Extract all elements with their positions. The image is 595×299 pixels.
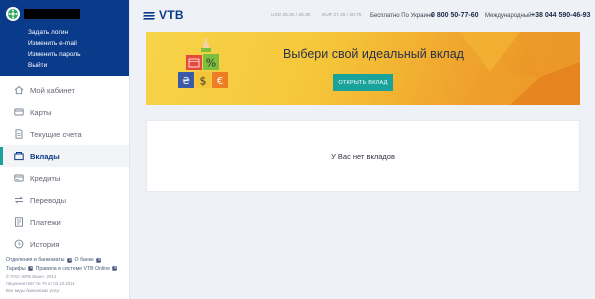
menu-label: Мой кабинет [30,85,75,95]
document-icon [14,129,24,139]
logo-text: VTB [159,8,184,22]
sidebar-footer: Отделения и банкоматы О банке Тарифы Пра… [6,256,128,294]
menu-item-current-accounts[interactable]: Текущие счета [0,123,129,145]
license-text: Лицензия НБУ № 79 от 03.10.2011 [6,281,75,287]
main-menu: Мой кабинет Карты Текущие счета Вклады К… [0,79,129,255]
external-link-icon [66,258,72,263]
deposit-icon [14,151,24,161]
menu-label: Карты [30,107,52,117]
menu-item-deposits[interactable]: Вклады [0,145,129,167]
euro-block-label: € [217,76,223,87]
payment-icon [14,217,24,227]
free-phone[interactable]: 0 800 50-77-60 [431,12,478,19]
banner-title: Выбери свой идеальный вклад [283,47,464,61]
intl-phone[interactable]: +38 044 590-46-93 [531,12,590,19]
percent-block-label: % [206,57,216,70]
tariffs-link[interactable]: Тарифы [6,265,26,274]
eur-rate: EUR 27.45 / 28.75 [322,13,362,18]
hryvnia-block-label: ₴ [182,76,190,87]
top-header: VTB USD 25.30 / 26.30 EUR 27.45 / 28.75 … [131,0,595,30]
username-redacted [24,9,80,19]
menu-item-history[interactable]: История [0,233,129,255]
open-deposit-button[interactable]: ОТКРЫТЬ ВКЛАД [333,74,393,91]
menu-label: Кредиты [30,173,61,183]
external-link-icon [112,266,117,272]
menu-item-cards[interactable]: Карты [0,101,129,123]
credit-icon [14,173,24,183]
rules-link[interactable]: Правила в системе VTB Online [36,265,110,274]
transfer-icon [14,195,24,205]
set-login-link[interactable]: Задать логин [28,27,129,38]
card-icon [14,107,24,117]
home-icon [14,85,24,95]
about-bank-link[interactable]: О банке [75,256,94,265]
avatar [6,7,20,21]
menu-label: Текущие счета [30,129,82,139]
usd-rate: USD 25.30 / 26.30 [271,13,311,18]
flower-avatar-icon [8,9,18,19]
banner-background-shapes [460,32,580,105]
user-row [6,6,129,22]
banner-illustration: % ₴ $ € [170,38,234,104]
free-call-label: Бесплатно По Украине [370,13,434,19]
external-link-icon [96,258,101,263]
menu-item-payments[interactable]: Платежи [0,211,129,233]
logout-link[interactable]: Выйти [28,60,129,71]
menu-label: Переводы [30,195,67,205]
external-link-icon [27,266,33,272]
account-panel: Задать логин Изменить e-mail Изменить па… [0,0,129,76]
menu-item-transfers[interactable]: Переводы [0,189,129,211]
no-deposits-message: У Вас нет вкладов [331,151,395,161]
history-icon [14,239,24,249]
menu-label: Вклады [30,151,60,161]
intl-call-label: Международный [485,13,532,19]
vtb-logo[interactable]: VTB [143,8,184,22]
dollar-block-label: $ [200,75,207,88]
sidebar: Задать логин Изменить e-mail Изменить па… [0,0,130,299]
menu-label: Платежи [30,217,61,227]
menu-label: История [30,239,60,249]
vtb-wave-logo-icon [143,12,155,20]
menu-item-credits[interactable]: Кредиты [0,167,129,189]
change-email-link[interactable]: Изменить e-mail [28,38,129,49]
deposits-panel: У Вас нет вкладов [146,120,580,192]
menu-item-my-cabinet[interactable]: Мой кабинет [0,79,129,101]
copyright-text: © ПАО «ВТБ Банк», 2014 [6,274,57,280]
hand-pointer-icon [201,38,211,52]
change-password-link[interactable]: Изменить пароль [28,49,129,60]
deposit-promo-banner[interactable]: % ₴ $ € Выбери свой идеальный вклад ОТКР… [146,32,580,105]
branches-link[interactable]: Отделения и банкоматы [6,256,65,265]
services-note: Все виды банковских услуг [6,288,60,294]
